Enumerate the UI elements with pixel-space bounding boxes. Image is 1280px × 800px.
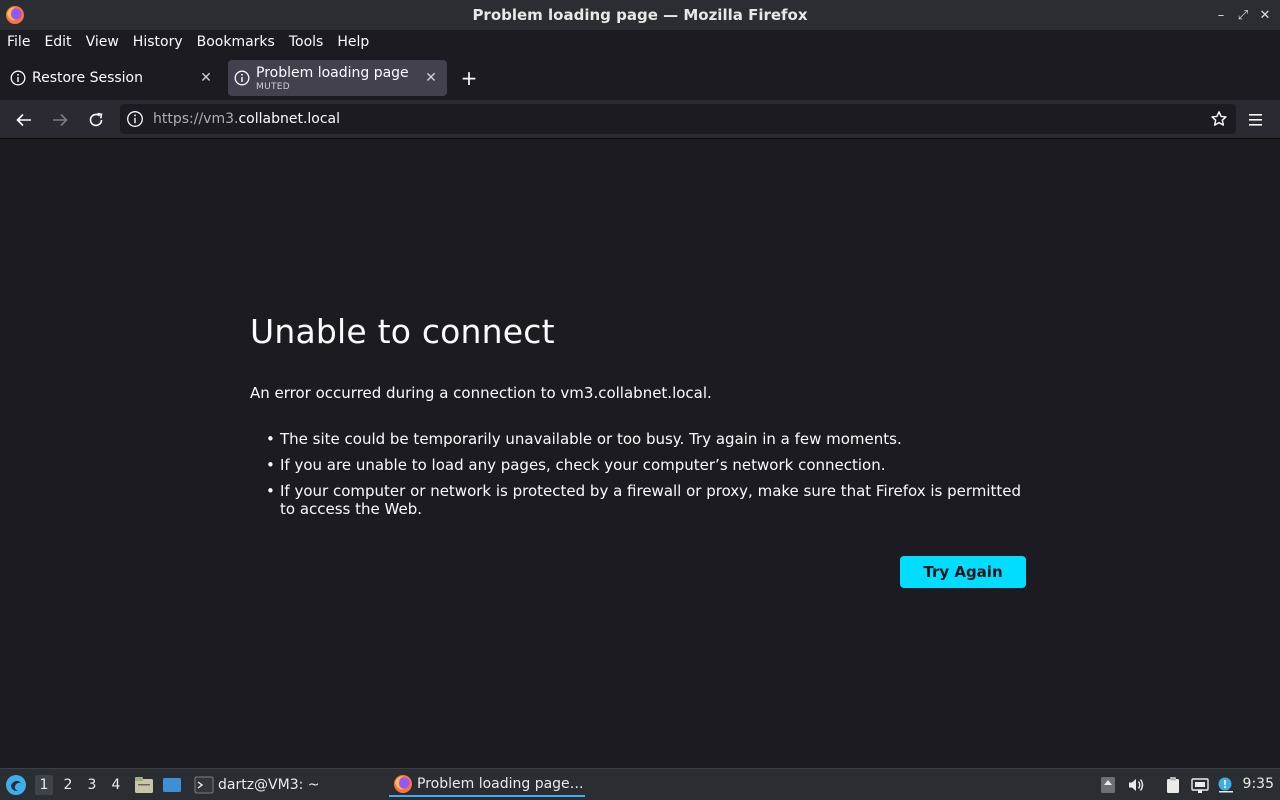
- terminal-task[interactable]: dartz@VM3: ~: [194, 773, 320, 797]
- show-desktop-icon[interactable]: [162, 776, 182, 794]
- menu-view[interactable]: View: [86, 34, 119, 50]
- info-icon: [234, 70, 250, 86]
- menu-edit[interactable]: Edit: [44, 34, 71, 50]
- list-item: If you are unable to load any pages, che…: [266, 456, 1026, 474]
- window-titlebar: Problem loading page — Mozilla Firefox –…: [0, 0, 1280, 30]
- error-page: Unable to connect An error occurred duri…: [250, 312, 1026, 588]
- try-again-button[interactable]: Try Again: [900, 556, 1026, 588]
- close-icon[interactable]: ✕: [1256, 5, 1274, 25]
- restore-icon[interactable]: ⤢: [1234, 5, 1252, 25]
- url-bar[interactable]: https://vm3.collabnet.local: [120, 104, 1236, 134]
- network-icon[interactable]: [1191, 776, 1209, 794]
- list-item: If your computer or network is protected…: [266, 482, 1026, 518]
- menu-history[interactable]: History: [133, 34, 183, 50]
- site-info-icon[interactable]: [126, 110, 144, 128]
- minimize-icon[interactable]: –: [1212, 5, 1230, 25]
- app-menu-icon[interactable]: [1245, 109, 1267, 131]
- menu-help[interactable]: Help: [337, 34, 369, 50]
- workspace-3[interactable]: 3: [83, 775, 101, 795]
- close-tab-icon[interactable]: ✕: [421, 68, 441, 88]
- bookmark-star-icon[interactable]: [1210, 110, 1228, 128]
- error-description: An error occurred during a connection to…: [250, 384, 712, 402]
- menu-file[interactable]: File: [7, 34, 30, 50]
- menu-bookmarks[interactable]: Bookmarks: [197, 34, 275, 50]
- workspace-2[interactable]: 2: [59, 775, 77, 795]
- forward-icon[interactable]: [49, 109, 71, 131]
- file-manager-icon[interactable]: [134, 776, 154, 794]
- tab-label: Problem loading page: [256, 64, 409, 81]
- workspace-1[interactable]: 1: [35, 775, 53, 795]
- url-text[interactable]: https://vm3.collabnet.local: [153, 111, 340, 127]
- firefox-task[interactable]: Problem loading page…: [389, 773, 585, 797]
- new-tab-icon[interactable]: +: [458, 66, 480, 90]
- notifications-icon[interactable]: [1217, 776, 1235, 794]
- info-icon: [10, 70, 26, 86]
- menu-tools[interactable]: Tools: [289, 34, 324, 50]
- navigation-bar: https://vm3.collabnet.local: [0, 100, 1280, 139]
- taskbar: 1 2 3 4 dartz@VM3: ~ Problem loading pag…: [0, 768, 1280, 800]
- firefox-icon: [6, 6, 24, 24]
- firefox-task-label: Problem loading page…: [417, 776, 584, 792]
- tab-restore-session[interactable]: Restore Session ✕: [4, 60, 222, 96]
- updates-icon[interactable]: [1099, 776, 1117, 794]
- close-tab-icon[interactable]: ✕: [196, 68, 216, 88]
- tab-strip: Restore Session ✕ Problem loading page M…: [0, 54, 1280, 100]
- clipboard-icon[interactable]: [1164, 776, 1182, 794]
- tab-label: Restore Session: [32, 70, 143, 86]
- reload-icon[interactable]: [85, 109, 107, 131]
- firefox-icon: [394, 775, 412, 793]
- menu-bar: File Edit View History Bookmarks Tools H…: [0, 30, 1280, 54]
- window-title: Problem loading page — Mozilla Firefox: [472, 6, 808, 24]
- error-suggestions: The site could be temporarily unavailabl…: [250, 430, 1026, 518]
- app-launcher-icon[interactable]: [5, 774, 27, 796]
- back-icon[interactable]: [13, 109, 35, 131]
- tab-muted-label: MUTED: [256, 81, 290, 92]
- list-item: The site could be temporarily unavailabl…: [266, 430, 1026, 448]
- tab-problem-loading[interactable]: Problem loading page MUTED ✕: [228, 60, 447, 96]
- volume-icon[interactable]: [1127, 776, 1145, 794]
- error-title: Unable to connect: [250, 312, 555, 351]
- clock: 9:35: [1242, 776, 1274, 792]
- workspace-4[interactable]: 4: [107, 775, 125, 795]
- terminal-icon: [194, 776, 214, 794]
- terminal-task-label: dartz@VM3: ~: [218, 777, 320, 793]
